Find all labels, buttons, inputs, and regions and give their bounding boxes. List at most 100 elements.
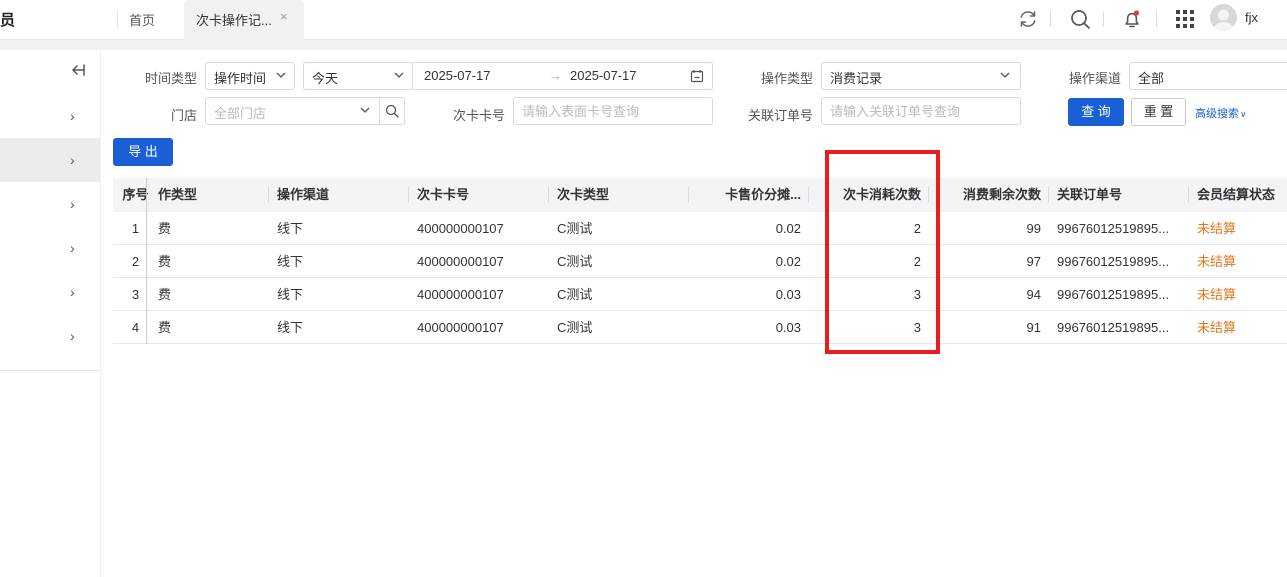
reset-button[interactable]: 重 置 xyxy=(1131,98,1186,126)
th-card-type[interactable]: 次卡类型 xyxy=(549,178,689,212)
cell-order-no[interactable]: 99676012519895... xyxy=(1049,278,1189,311)
chevron-right-icon: › xyxy=(70,196,75,212)
cell-card-no: 400000000107 xyxy=(417,254,504,269)
toolbar-divider xyxy=(1156,11,1157,27)
chevron-down-icon xyxy=(360,107,370,113)
sidebar-item-3[interactable]: › xyxy=(0,182,100,226)
chevron-down-icon xyxy=(394,72,404,78)
search-icon[interactable] xyxy=(385,104,399,118)
chevron-right-icon: › xyxy=(70,108,75,124)
collapse-sidebar-icon[interactable] xyxy=(69,62,87,78)
sidebar-item-4[interactable]: › xyxy=(0,226,100,270)
cell-op-channel: 线下 xyxy=(277,221,304,236)
cell-card-no: 400000000107 xyxy=(417,221,504,236)
cell-card-type: C测试 xyxy=(557,320,593,335)
tab-card-operation-records[interactable]: 次卡操作记... × xyxy=(184,0,304,41)
cell-op-type: 费 xyxy=(158,221,172,236)
refresh-icon[interactable] xyxy=(1017,8,1039,30)
th-card-no[interactable]: 次卡卡号 xyxy=(409,178,549,212)
table-row: 3 费 线下 400000000107 C测试 0.03 3 94 996760… xyxy=(113,278,1287,311)
op-type-label: 操作类型 xyxy=(760,71,813,86)
order-no-label: 关联订单号 xyxy=(747,108,813,123)
cell-op-type: 费 xyxy=(158,320,172,335)
advanced-search-link[interactable]: 高级搜索∨ xyxy=(1195,105,1247,121)
avatar-icon[interactable] xyxy=(1210,4,1237,31)
toolbar-divider xyxy=(1050,11,1051,27)
order-no-input[interactable] xyxy=(821,97,1021,125)
table-row: 1 费 线下 400000000107 C测试 0.02 2 99 996760… xyxy=(113,212,1287,245)
date-range-picker[interactable]: 2025-07-17 → 2025-07-17 xyxy=(412,62,713,90)
cell-remaining-count: 99 xyxy=(1026,221,1041,236)
username[interactable]: fjx xyxy=(1245,10,1258,25)
card-no-input[interactable] xyxy=(513,97,713,125)
chevron-down-icon: ∨ xyxy=(1240,109,1247,119)
date-range-preset-select[interactable]: 今天 xyxy=(303,62,413,90)
time-type-select[interactable]: 操作时间 xyxy=(205,62,295,90)
cell-remaining-count: 94 xyxy=(1026,287,1041,302)
sidebar-item-5[interactable]: › xyxy=(0,270,100,314)
cell-price-allocation: 0.03 xyxy=(775,320,801,335)
cell-price-allocation: 0.02 xyxy=(775,221,801,236)
bell-icon[interactable] xyxy=(1121,8,1143,30)
store-label: 门店 xyxy=(170,108,197,123)
cell-card-no: 400000000107 xyxy=(417,320,504,335)
cell-order-no[interactable]: 99676012519895... xyxy=(1049,311,1189,344)
query-button[interactable]: 查 询 xyxy=(1068,98,1124,126)
tab-divider xyxy=(117,10,118,28)
sidebar-divider xyxy=(0,370,100,371)
table-row: 4 费 线下 400000000107 C测试 0.03 3 91 996760… xyxy=(113,311,1287,344)
chevron-down-icon xyxy=(1000,72,1010,78)
th-settlement-status[interactable]: 会员结算状态 xyxy=(1189,178,1287,212)
op-type-value: 消费记录 xyxy=(830,71,883,86)
cell-order-no[interactable]: 99676012519895... xyxy=(1049,212,1189,245)
app-brand: 员 xyxy=(0,12,16,29)
op-type-select[interactable]: 消费记录 xyxy=(821,62,1021,90)
channel-label: 操作渠道 xyxy=(1068,71,1121,86)
chevron-down-icon xyxy=(276,72,286,78)
cell-op-type: 费 xyxy=(158,254,172,269)
th-price-allocation[interactable]: 卡售价分摊... xyxy=(689,178,809,212)
export-button[interactable]: 导 出 xyxy=(113,138,173,166)
tab-home[interactable]: 首页 xyxy=(129,10,155,29)
store-placeholder: 全部门店 xyxy=(214,106,267,121)
store-select[interactable]: 全部门店 xyxy=(205,97,405,125)
time-type-value: 操作时间 xyxy=(214,71,267,86)
cell-op-channel: 线下 xyxy=(277,320,304,335)
grid-icon[interactable] xyxy=(1174,8,1196,30)
cell-op-type: 费 xyxy=(158,287,172,302)
cell-card-no: 400000000107 xyxy=(417,287,504,302)
card-no-label: 次卡卡号 xyxy=(452,108,505,123)
time-type-label: 时间类型 xyxy=(144,71,197,86)
cell-card-type: C测试 xyxy=(557,254,593,269)
tab-close-icon[interactable]: × xyxy=(280,9,288,24)
store-select-divider xyxy=(379,98,380,124)
channel-value: 全部 xyxy=(1138,71,1165,86)
th-order-no[interactable]: 关联订单号 xyxy=(1049,178,1189,212)
date-arrow: → xyxy=(549,68,562,83)
cell-order-no[interactable]: 99676012519895... xyxy=(1049,245,1189,278)
frozen-column-edge xyxy=(146,178,147,344)
cell-settlement-status: 未结算 xyxy=(1197,320,1237,335)
th-remaining-count[interactable]: 消费剩余次数 xyxy=(929,178,1049,212)
chevron-right-icon: › xyxy=(70,152,75,168)
cell-price-allocation: 0.02 xyxy=(775,254,801,269)
tab-label: 次卡操作记... xyxy=(196,13,272,28)
sidebar-item-6[interactable]: › xyxy=(0,314,100,358)
main-content: 时间类型 操作时间 今天 2025-07-17 → 2025-07-17 操作类… xyxy=(101,50,1287,577)
search-icon[interactable] xyxy=(1069,8,1091,30)
th-op-type[interactable]: 作类型 xyxy=(150,178,270,212)
sidebar-item-1[interactable]: › xyxy=(0,94,100,138)
calendar-icon xyxy=(690,70,704,83)
cell-price-allocation: 0.03 xyxy=(775,287,801,302)
cell-op-channel: 线下 xyxy=(277,254,304,269)
sidebar-item-2[interactable]: › xyxy=(0,138,100,182)
cell-card-type: C测试 xyxy=(557,221,593,236)
cell-op-channel: 线下 xyxy=(277,287,304,302)
channel-select[interactable]: 全部 xyxy=(1129,62,1287,90)
cell-settlement-status: 未结算 xyxy=(1197,254,1237,269)
date-start: 2025-07-17 xyxy=(424,68,491,83)
cell-remaining-count: 97 xyxy=(1026,254,1041,269)
cell-settlement-status: 未结算 xyxy=(1197,221,1237,236)
chevron-right-icon: › xyxy=(70,240,75,256)
th-op-channel[interactable]: 操作渠道 xyxy=(269,178,409,212)
